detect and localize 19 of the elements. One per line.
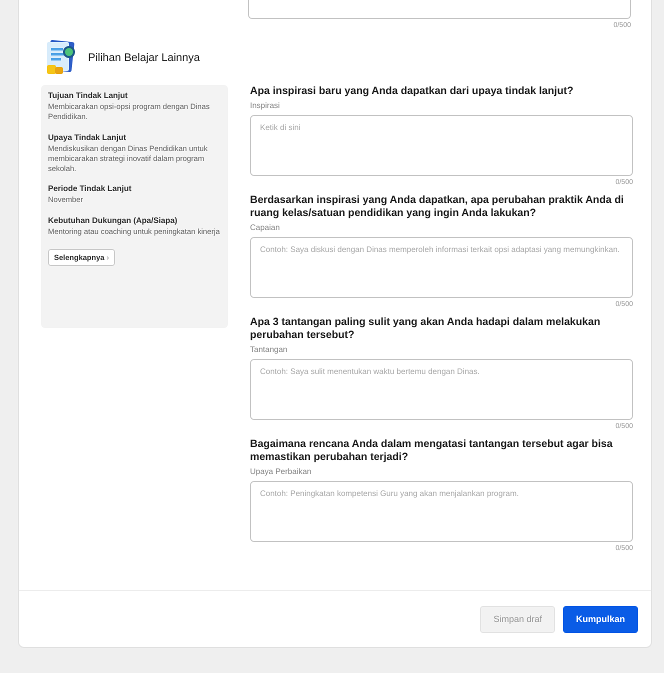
field-label: Upaya Perbaikan <box>250 466 312 476</box>
field-label: Capaian <box>250 222 281 232</box>
field-label: Inspirasi <box>250 100 281 110</box>
text-area[interactable] <box>248 0 631 19</box>
text-area[interactable]: Contoh: Saya diskusi dengan Dinas memperoleh informasi terkait opsi adaptasi yang memungkinkan. <box>250 236 633 298</box>
text-area[interactable]: Ketik di sini <box>250 114 633 176</box>
submit-button[interactable]: Kumpulkan <box>562 606 638 632</box>
field-label: Tantangan <box>250 344 288 354</box>
info-label: Upaya Tindak Lanjut <box>48 132 128 142</box>
question-text: Apa 3 tantangan paling sulit yang akan Anda hadapi dalam melakukan perubahan tersebut? <box>250 316 602 342</box>
info-label: Kebutuhan Dukungan (Apa/Siapa) <box>48 216 178 224</box>
info-label: Tujuan Tindak Lanjut <box>48 91 129 100</box>
question-text: Bagaimana rencana Anda dalam mengatasi tantangan tersebut agar bisa memastikan perubahan terjadi? <box>250 438 614 464</box>
question-text: Apa inspirasi baru yang Anda dapatkan dari upaya tindak lanjut? <box>250 85 574 98</box>
section-title: Pilihan Belajar Lainnya <box>88 52 200 64</box>
text-area[interactable]: Contoh: Peningkatan kompetensi Guru yang akan menjalankan program. <box>250 480 633 542</box>
question-text: Berdasarkan inspirasi yang Anda dapatkan, apa perubahan praktik Anda di ruang kelas/satuan pendidikan yang ingin Anda lakukan? <box>250 194 625 220</box>
text-area[interactable]: Contoh: Saya sulit menentukan waktu bertemu dengan Dinas. <box>250 358 633 420</box>
info-label: Periode Tindak Lanjut <box>48 184 132 194</box>
